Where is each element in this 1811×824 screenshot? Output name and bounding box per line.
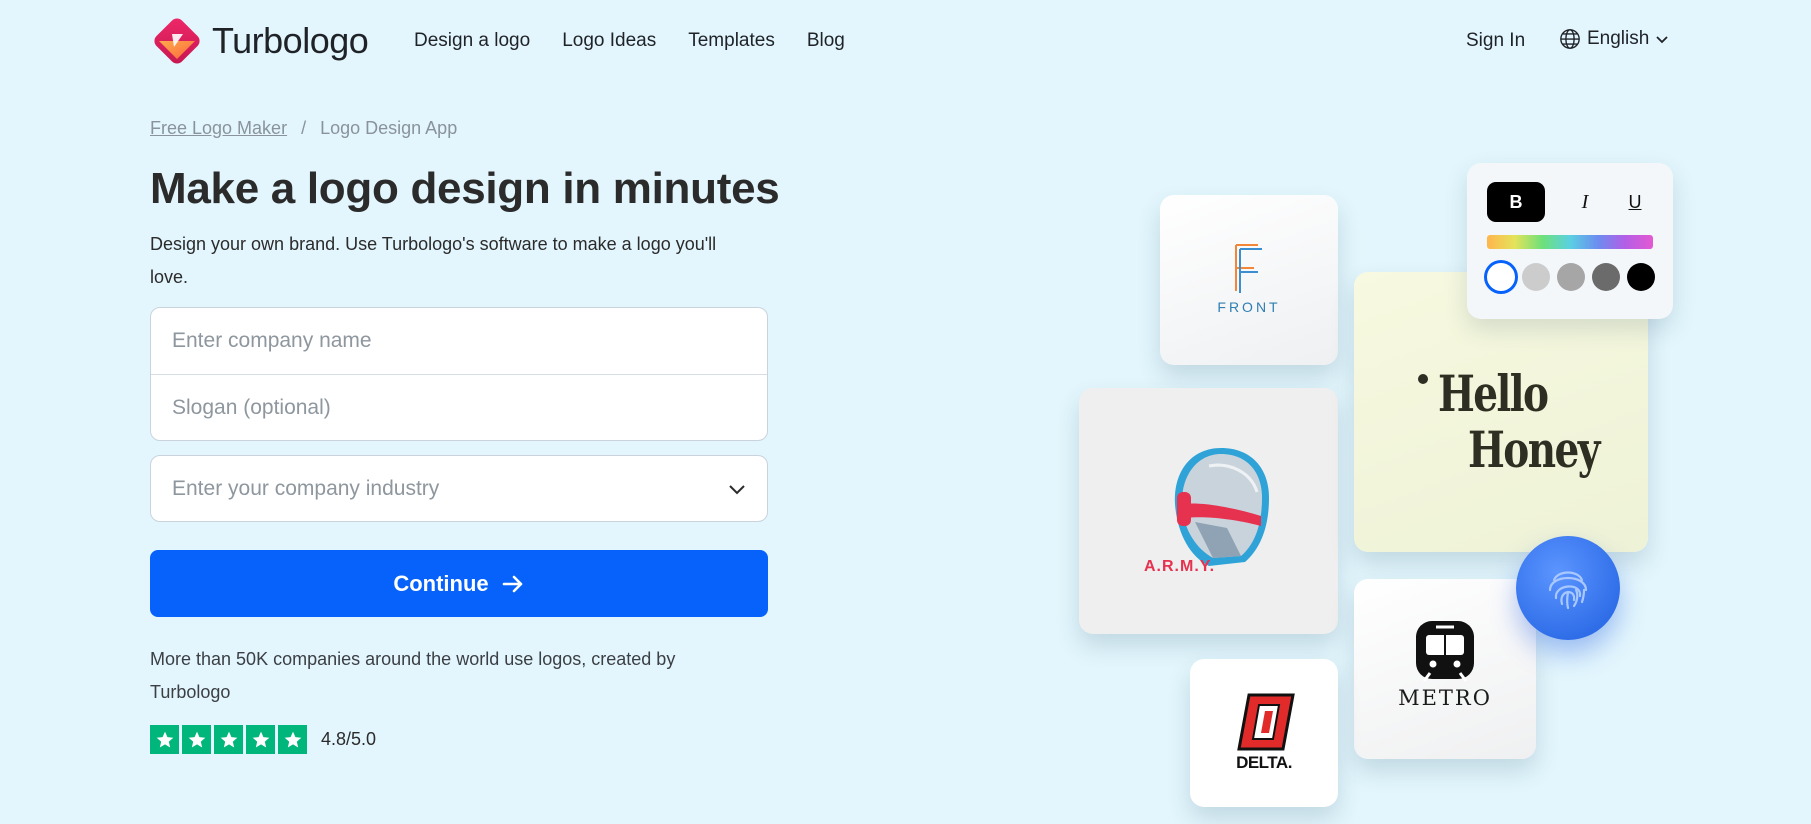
color-swatch[interactable] [1557, 263, 1585, 291]
breadcrumb: Free Logo Maker / Logo Design App [150, 118, 457, 139]
front-f-logo-icon [1235, 244, 1262, 293]
social-proof-text: More than 50K companies around the world… [150, 649, 676, 702]
turbologo-mark-icon [154, 18, 200, 64]
language-selector[interactable]: English [1559, 28, 1669, 50]
page-title: Make a logo design in minutes [150, 164, 780, 213]
star-icon [278, 725, 307, 754]
brand-logo[interactable]: Turbologo [150, 14, 369, 68]
color-swatch[interactable] [1487, 263, 1515, 291]
honey-logo-line2: Honey [1468, 420, 1600, 479]
language-label: English [1587, 28, 1650, 49]
honey-logo-line1: Hello [1438, 364, 1549, 423]
logo-card-delta: DELTA. [1190, 659, 1338, 807]
arrow-right-icon [502, 575, 522, 592]
site-header: Turbologo Design a logo Logo Ideas Templ… [0, 0, 1811, 82]
fingerprint-badge [1516, 536, 1620, 640]
slogan-input[interactable] [151, 375, 767, 440]
metro-logo-label: METRO [1398, 686, 1492, 710]
brand-name: Turbologo [212, 20, 369, 61]
logo-card-front: FRONT [1160, 195, 1338, 365]
star-icon [246, 725, 275, 754]
color-hue-slider[interactable] [1487, 235, 1653, 249]
nav-design-a-logo[interactable]: Design a logo [414, 30, 530, 52]
rating-stars [150, 725, 307, 754]
breadcrumb-free-logo-maker[interactable]: Free Logo Maker [150, 118, 287, 139]
nav-logo-ideas[interactable]: Logo Ideas [562, 30, 656, 52]
color-swatch[interactable] [1522, 263, 1550, 291]
chevron-down-icon [1656, 36, 1668, 44]
star-icon [150, 725, 179, 754]
rating-score: 4.8/5.0 [321, 729, 377, 749]
breadcrumb-separator: / [301, 118, 307, 138]
front-logo-label: FRONT [1217, 299, 1281, 315]
industry-input[interactable] [151, 456, 767, 521]
army-logo-label: A.R.M.Y. [1144, 558, 1216, 575]
robot-helmet-logo-icon [1174, 448, 1269, 566]
color-swatch[interactable] [1592, 263, 1620, 291]
color-swatch[interactable] [1627, 263, 1655, 291]
star-icon [214, 725, 243, 754]
delta-logo-label: DELTA. [1236, 753, 1292, 772]
trustpilot-rating: 4.8/5.0 [150, 725, 376, 754]
honey-dot [1418, 374, 1428, 384]
company-input-group [150, 307, 768, 441]
logo-card-metro: METRO [1354, 579, 1536, 759]
bold-button[interactable]: B [1487, 182, 1545, 222]
text-format-panel: B I U [1467, 163, 1673, 319]
fingerprint-icon [1548, 571, 1588, 610]
logo-card-army: A.R.M.Y. [1079, 388, 1338, 634]
industry-select[interactable] [150, 455, 768, 522]
nav-blog[interactable]: Blog [807, 30, 845, 52]
chevron-down-icon [729, 485, 745, 495]
page-subtitle: Design your own brand. Use Turbologo's s… [150, 234, 717, 287]
sign-in-link[interactable]: Sign In [1466, 30, 1525, 52]
delta-shield-logo-icon [1237, 693, 1295, 751]
continue-label: Continue [393, 570, 489, 596]
breadcrumb-current: Logo Design App [320, 118, 458, 138]
continue-button[interactable]: Continue [150, 550, 768, 617]
underline-button[interactable]: U [1606, 182, 1664, 222]
nav-templates[interactable]: Templates [688, 30, 775, 52]
star-icon [182, 725, 211, 754]
train-logo-icon [1416, 621, 1474, 682]
company-name-input[interactable] [151, 308, 767, 374]
main-nav: Design a logo Logo Ideas Templates Blog [414, 30, 845, 52]
globe-icon [1560, 29, 1580, 49]
